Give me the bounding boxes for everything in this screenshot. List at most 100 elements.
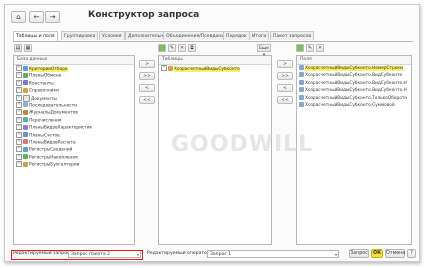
remove-table-button[interactable]: < [139, 84, 155, 92]
list-item[interactable]: + ПланыСчетов [14, 131, 134, 139]
help-button[interactable]: ? [407, 249, 416, 258]
list-item[interactable]: + Перечисления [14, 116, 134, 124]
list-item[interactable]: + ПланыВидовХарактеристик [14, 124, 134, 131]
expand-icon[interactable]: + [16, 95, 22, 102]
expand-icon[interactable]: + [16, 124, 22, 131]
chart-of-accounts-icon [23, 132, 28, 138]
list-item[interactable]: + Последовательности [14, 101, 134, 109]
tab-totals[interactable]: Итоги [249, 31, 270, 40]
documents-icon [23, 94, 30, 102]
expand-icon[interactable]: + [16, 109, 22, 116]
delete-field-icon[interactable]: ✕ [316, 44, 324, 52]
add-all-tables-button[interactable]: >> [139, 72, 155, 80]
expand-icon[interactable]: + [16, 153, 22, 160]
list-item[interactable]: + ЖурналыДокументов [14, 109, 134, 116]
more-dropdown[interactable]: Еще ▾ [257, 44, 271, 58]
expand-icon[interactable]: + [16, 116, 22, 123]
field-icon [299, 94, 304, 100]
list-item[interactable]: ХозрасчетныйВидыСубконто.ВидСубконто.Н [297, 87, 411, 94]
list-item[interactable]: ХозрасчетныйВидыСубконто.Суммовой [297, 101, 411, 109]
window-title: Конструктор запроса [88, 10, 200, 20]
characteristics-icon [23, 124, 28, 130]
list-item[interactable]: + РегистрыБухгалтерии [14, 161, 134, 168]
home-icon[interactable]: ⌂ [11, 11, 26, 23]
nav-forward-button[interactable]: → [45, 11, 60, 23]
expand-icon[interactable]: + [16, 138, 22, 145]
accumulation-registers-icon [23, 154, 28, 160]
journals-icon [23, 109, 28, 115]
exchange-plan-icon [23, 72, 28, 78]
list-item[interactable]: + РегистрыНакопления [14, 153, 134, 161]
highlight-frame [11, 250, 143, 260]
list-item[interactable]: + ХозрасчетныйВидыСубконто [159, 65, 271, 72]
tab-batch[interactable]: Пакет запросов [270, 31, 315, 40]
expand-icon[interactable]: + [16, 131, 22, 138]
list-item[interactable]: ХозрасчетныйВидыСубконто.НомерСтроки [297, 65, 411, 72]
edited-operator-select[interactable]: Запрос 1 ▾ [207, 250, 339, 258]
add-field-button[interactable]: > [277, 60, 293, 68]
add-field-icon[interactable] [296, 44, 304, 52]
add-icon[interactable] [158, 44, 166, 52]
tab-conditions[interactable]: Условия [99, 31, 125, 40]
add-table-button[interactable]: > [139, 60, 155, 68]
expand-icon[interactable]: + [16, 87, 22, 94]
tab-grouping[interactable]: Группировка [61, 31, 99, 40]
sequences-icon [23, 102, 28, 108]
fields-panel-header: Поля [297, 56, 411, 65]
expand-icon[interactable]: + [161, 65, 167, 71]
copy-icon[interactable]: ⧉ [188, 44, 196, 52]
tables-panel-header: Таблицы [159, 56, 271, 65]
expand-icon[interactable]: + [16, 161, 22, 168]
expand-icon[interactable]: + [16, 72, 22, 79]
enums-icon [23, 117, 28, 123]
title-bar: ⌂ ← → Конструктор запроса [5, 5, 419, 27]
list-item[interactable]: + Константы [14, 79, 134, 87]
constants-icon [23, 80, 28, 86]
list-item[interactable]: + Документы [14, 94, 134, 102]
query-constructor-window: ⌂ ← → Конструктор запроса Таблицы и поля… [4, 4, 420, 262]
field-icon [299, 87, 304, 93]
cancel-button[interactable]: Отмена [385, 249, 405, 258]
remove-all-fields-button[interactable]: << [277, 96, 293, 104]
chevron-down-icon[interactable]: ▾ [335, 251, 337, 258]
field-icon [299, 65, 304, 70]
add-all-fields-button[interactable]: >> [277, 72, 293, 80]
list-item[interactable]: ХозрасчетныйВидыСубконто.ВидСубконто.Н [297, 79, 411, 87]
field-icon [299, 72, 304, 78]
nav-back-button[interactable]: ← [29, 11, 44, 23]
expand-icon[interactable]: + [16, 146, 22, 153]
goodwill-watermark: GOODWILL [171, 132, 314, 157]
list-item[interactable]: + Справочники [14, 87, 134, 94]
list-item[interactable]: ХозрасчетныйВидыСубконто.ТолькоОборотн [297, 94, 411, 102]
remove-field-button[interactable]: < [277, 84, 293, 92]
list-item[interactable]: + РегистрыСведений [14, 146, 134, 153]
query-button[interactable]: Запрос [349, 249, 369, 258]
tree-view-icon[interactable]: ▤ [14, 44, 22, 52]
tab-strip: Таблицы и поля Группировка Условия Допол… [13, 31, 413, 42]
tab-order[interactable]: Порядок [223, 31, 250, 40]
expand-icon[interactable]: + [16, 101, 22, 108]
criteria-icon [23, 65, 28, 71]
database-panel: База данных + КритерииОтбора + ПланыОбмена… [13, 55, 135, 245]
fields-panel: Поля ХозрасчетныйВидыСубконто.НомерСтрок… [296, 55, 412, 245]
calc-types-icon [23, 139, 28, 145]
tab-tables-fields[interactable]: Таблицы и поля [13, 31, 58, 41]
remove-all-tables-button[interactable]: << [139, 96, 155, 104]
list-item[interactable]: ХозрасчетныйВидыСубконто.ВидСубконто [297, 72, 411, 79]
edit-icon[interactable]: ✎ [168, 44, 176, 52]
edit-field-icon[interactable]: ✎ [306, 44, 314, 52]
database-panel-header: База данных [14, 56, 134, 65]
delete-icon[interactable]: ✕ [178, 44, 186, 52]
edited-operator-label: Редактируемый оператор: [147, 251, 212, 256]
accounting-registers-icon [23, 161, 28, 167]
table-icon [168, 65, 173, 71]
list-item[interactable]: + КритерииОтбора [14, 65, 134, 72]
list-item[interactable]: + ПланыОбмена [14, 72, 134, 79]
list-item[interactable]: + ПланыВидовРасчета [14, 138, 134, 146]
expand-icon[interactable]: + [16, 79, 22, 86]
ok-button[interactable]: ОК [371, 249, 383, 258]
expand-icon[interactable]: + [16, 65, 22, 71]
catalogs-icon [23, 87, 28, 93]
field-icon [299, 101, 304, 107]
table-view-icon[interactable]: ▦ [24, 44, 32, 52]
